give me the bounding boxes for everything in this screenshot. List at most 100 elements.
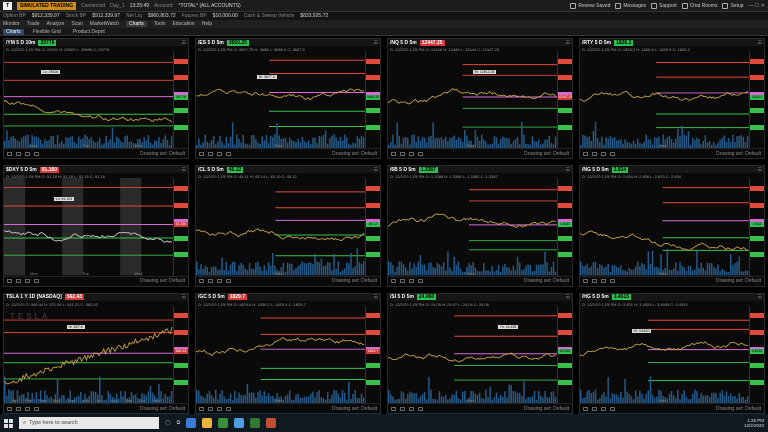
- drawing-tool-icon[interactable]: [592, 279, 597, 284]
- price-plot[interactable]: [580, 178, 749, 276]
- drawing-tool-icon[interactable]: [34, 151, 39, 156]
- app-taskbar-icon[interactable]: [234, 418, 245, 428]
- chart-symbol[interactable]: /RTY 5 D 5m: [582, 40, 611, 46]
- nav-item-help[interactable]: Help: [202, 21, 212, 27]
- chart-panel[interactable]: /6B 5 D 5m 1.3387 ☰ D: 12/2/20 1:25 PM O: 1…: [387, 165, 573, 287]
- file-explorer-icon[interactable]: [202, 418, 213, 428]
- drawing-tool-icon[interactable]: [391, 151, 396, 156]
- drawing-set-label[interactable]: Drawing set: Default: [332, 151, 377, 157]
- chart-panel[interactable]: /CL 5 D 5m 45.12 ☰ D: 12/2/20 1:25 PM O: 45…: [195, 165, 381, 287]
- chart-panel[interactable]: /YM 5 D 10m 29776 ☰ D: 12/2/20 1:20 PM O: 2…: [3, 38, 189, 160]
- chart-panel[interactable]: /GC 5 D 5m 1829.7 ☰ D: 12/2/20 1:25 PM O: 1…: [195, 292, 381, 414]
- drawing-set-label[interactable]: Drawing set: Default: [716, 278, 761, 284]
- price-axis[interactable]: 45.12: [365, 178, 380, 276]
- drawing-set-label[interactable]: Drawing set: Default: [332, 406, 377, 412]
- drawing-tool-icon[interactable]: [199, 151, 204, 156]
- drawing-tool-icon[interactable]: [7, 151, 12, 156]
- drawing-tool-icon[interactable]: [418, 406, 423, 411]
- drawing-tool-icon[interactable]: [199, 279, 204, 284]
- price-axis[interactable]: 29776: [173, 51, 188, 149]
- chart-menu-icon[interactable]: ☰: [182, 167, 186, 173]
- drawing-tool-icon[interactable]: [592, 406, 597, 411]
- price-plot[interactable]: [4, 178, 173, 276]
- chart-menu-icon[interactable]: ☰: [182, 294, 186, 300]
- nav-item-education[interactable]: Education: [172, 21, 194, 27]
- price-plot[interactable]: [580, 51, 749, 149]
- drawing-tool-icon[interactable]: [409, 406, 414, 411]
- chart-panel[interactable]: TSLA 1 Y 1D [NASDAQ] 562.43 ☰ D: 12/2/20 O:…: [3, 292, 189, 414]
- drawing-tool-icon[interactable]: [25, 279, 30, 284]
- drawing-tool-icon[interactable]: [610, 151, 615, 156]
- chat-rooms-button[interactable]: Chat Rooms: [681, 2, 717, 9]
- drawing-tool-icon[interactable]: [208, 279, 213, 284]
- drawing-tool-icon[interactable]: [610, 406, 615, 411]
- taskbar-search-input[interactable]: ⌕ Type here to search: [19, 417, 159, 429]
- task-view-icon[interactable]: ◯: [165, 420, 171, 426]
- setup-button[interactable]: Setup: [722, 2, 744, 9]
- drawing-tool-icon[interactable]: [400, 406, 405, 411]
- drawing-tool-icon[interactable]: [226, 151, 231, 156]
- price-axis[interactable]: 24.060: [557, 305, 572, 403]
- drawing-tool-icon[interactable]: [217, 406, 222, 411]
- drawing-tool-icon[interactable]: [226, 279, 231, 284]
- windows-start-icon[interactable]: [4, 418, 13, 428]
- price-axis[interactable]: 12447.25: [557, 51, 572, 149]
- chart-menu-icon[interactable]: ☰: [758, 167, 762, 173]
- drawing-tool-icon[interactable]: [208, 151, 213, 156]
- chart-menu-icon[interactable]: ☰: [758, 294, 762, 300]
- drawing-tool-icon[interactable]: [34, 279, 39, 284]
- nav-item-analyze[interactable]: Analyze: [47, 21, 65, 27]
- drawing-set-label[interactable]: Drawing set: Default: [140, 278, 185, 284]
- nav-item-tools[interactable]: Tools: [154, 21, 166, 27]
- chart-menu-icon[interactable]: ☰: [758, 40, 762, 46]
- price-plot[interactable]: [388, 51, 557, 149]
- price-plot[interactable]: [4, 306, 173, 403]
- chart-symbol[interactable]: /ES 5 D 5m: [198, 40, 224, 46]
- edge-browser-icon[interactable]: [186, 418, 197, 428]
- chart-menu-icon[interactable]: ☰: [566, 40, 570, 46]
- drawing-tool-icon[interactable]: [226, 406, 231, 411]
- chart-symbol[interactable]: /6B 5 D 5m: [390, 167, 416, 173]
- drawing-tool-icon[interactable]: [601, 406, 606, 411]
- drawing-set-label[interactable]: Drawing set: Default: [332, 278, 377, 284]
- drawing-tool-icon[interactable]: [16, 406, 21, 411]
- chart-symbol[interactable]: /SI 5 D 5m: [390, 294, 414, 300]
- window-controls[interactable]: — ☐ ✕: [749, 3, 765, 9]
- drawing-tool-icon[interactable]: [16, 151, 21, 156]
- drawing-tool-icon[interactable]: [7, 406, 12, 411]
- chart-menu-icon[interactable]: ☰: [566, 167, 570, 173]
- messages-button[interactable]: Messages: [615, 2, 646, 9]
- drawing-tool-icon[interactable]: [7, 279, 12, 284]
- price-axis[interactable]: 91.160: [173, 178, 188, 276]
- drawing-tool-icon[interactable]: [409, 151, 414, 156]
- subtab-charts[interactable]: Charts: [3, 28, 24, 35]
- drawing-set-label[interactable]: Drawing set: Default: [140, 406, 185, 412]
- drawing-tool-icon[interactable]: [391, 406, 396, 411]
- price-plot[interactable]: [580, 306, 749, 403]
- drawing-tool-icon[interactable]: [418, 279, 423, 284]
- price-axis[interactable]: 562.43: [173, 305, 188, 403]
- drawing-set-label[interactable]: Drawing set: Default: [716, 151, 761, 157]
- drawing-tool-icon[interactable]: [583, 279, 588, 284]
- drawing-tool-icon[interactable]: [217, 151, 222, 156]
- subtab-flexible-grid[interactable]: Flexible Grid: [30, 29, 64, 35]
- chart-symbol[interactable]: /NQ 5 D 5m: [390, 40, 417, 46]
- drawing-tool-icon[interactable]: [217, 279, 222, 284]
- price-plot[interactable]: [196, 306, 365, 403]
- chart-panel[interactable]: /RTY 5 D 5m 1826.2 ☰ D: 12/2/20 1:25 PM O: …: [579, 38, 765, 160]
- price-plot[interactable]: [196, 51, 365, 149]
- drawing-set-label[interactable]: Drawing set: Default: [524, 151, 569, 157]
- account-selector[interactable]: *TOTAL* (ALL ACCOUNTS): [179, 3, 241, 9]
- chart-symbol[interactable]: /GC 5 D 5m: [198, 294, 225, 300]
- drawing-tool-icon[interactable]: [208, 406, 213, 411]
- nav-item-marketwatch[interactable]: MarketWatch: [90, 21, 119, 27]
- nav-item-scan[interactable]: Scan: [71, 21, 82, 27]
- drawing-tool-icon[interactable]: [601, 151, 606, 156]
- drawing-set-label[interactable]: Drawing set: Default: [524, 278, 569, 284]
- chart-symbol[interactable]: /NG 5 D 5m: [582, 167, 609, 173]
- drawing-set-label[interactable]: Drawing set: Default: [524, 406, 569, 412]
- chart-panel[interactable]: /NQ 5 D 5m 12447.25 ☰ D: 12/2/20 1:25 PM O:…: [387, 38, 573, 160]
- drawing-tool-icon[interactable]: [25, 406, 30, 411]
- price-axis[interactable]: 1826.2: [749, 51, 764, 149]
- price-axis[interactable]: 3650.25: [365, 51, 380, 149]
